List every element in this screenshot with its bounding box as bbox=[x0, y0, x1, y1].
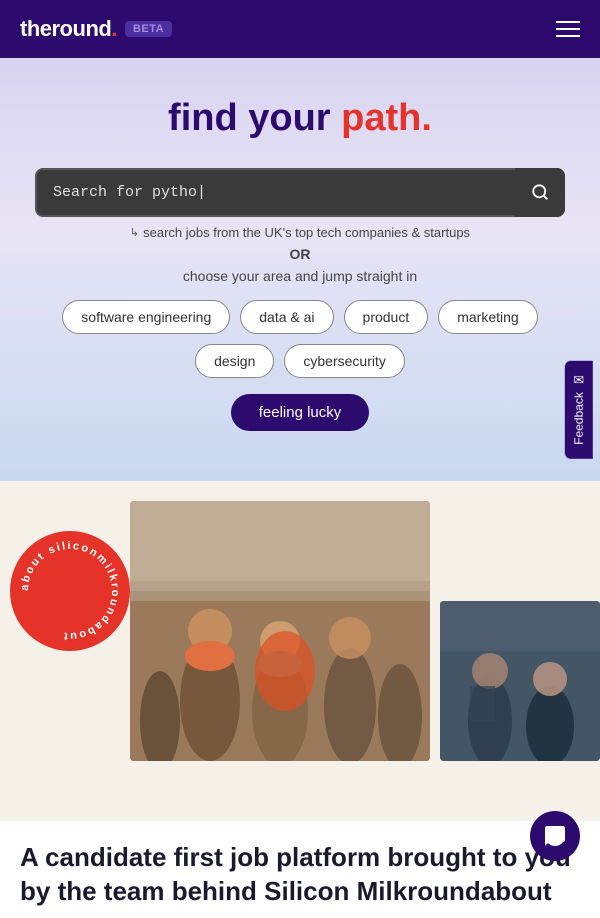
search-input[interactable] bbox=[35, 168, 565, 217]
feedback-wrapper: Feedback ✉ bbox=[565, 362, 593, 460]
logo-text: theround. bbox=[20, 16, 117, 42]
circle-badge[interactable]: about siliconmilkroundabout bbox=[10, 531, 130, 651]
hero-title-part1: find your bbox=[168, 97, 341, 139]
search-hint-text: search jobs from the UK's top tech compa… bbox=[143, 225, 470, 240]
feedback-button[interactable]: Feedback ✉ bbox=[565, 362, 593, 460]
pill-data-ai[interactable]: data & ai bbox=[240, 300, 333, 334]
chat-button[interactable] bbox=[530, 811, 580, 861]
hero-title: find your path. bbox=[20, 98, 580, 140]
arrow-icon: ↳ bbox=[130, 226, 139, 239]
beta-badge: BETA bbox=[125, 21, 172, 37]
header: theround. BETA bbox=[0, 0, 600, 58]
secondary-photo-bg bbox=[440, 601, 600, 761]
pill-cybersecurity[interactable]: cybersecurity bbox=[284, 344, 404, 378]
logo-dot: . bbox=[111, 16, 117, 41]
bottom-cta: A candidate first job platform brought t… bbox=[0, 821, 600, 918]
search-container bbox=[35, 168, 565, 217]
pill-design[interactable]: design bbox=[195, 344, 274, 378]
main-photo bbox=[130, 501, 430, 761]
choose-text: choose your area and jump straight in bbox=[20, 268, 580, 284]
hero-title-highlight: path bbox=[341, 97, 421, 139]
category-pills: software engineering data & ai product m… bbox=[20, 300, 580, 378]
feeling-lucky-button[interactable]: feeling lucky bbox=[231, 394, 370, 431]
pill-product[interactable]: product bbox=[344, 300, 429, 334]
search-hint: ↳ search jobs from the UK's top tech com… bbox=[20, 225, 580, 240]
main-photo-bg bbox=[130, 501, 430, 761]
image-collage bbox=[130, 501, 600, 811]
pill-software-engineering[interactable]: software engineering bbox=[62, 300, 230, 334]
secondary-photo-svg bbox=[440, 601, 600, 761]
bottom-cta-title: A candidate first job platform brought t… bbox=[20, 841, 580, 909]
logo-area: theround. BETA bbox=[20, 16, 172, 42]
about-section: about siliconmilkroundabout bbox=[0, 481, 600, 821]
hero-title-dot: . bbox=[421, 97, 432, 139]
hamburger-menu[interactable] bbox=[556, 21, 580, 37]
hero-section: find your path. ↳ search jobs from the U… bbox=[0, 58, 600, 481]
chat-icon bbox=[543, 824, 567, 848]
or-divider: OR bbox=[20, 246, 580, 262]
feedback-icon: ✉ bbox=[574, 373, 585, 389]
logo-wordmark: theround bbox=[20, 16, 111, 41]
search-button[interactable] bbox=[515, 168, 565, 217]
main-photo-svg bbox=[130, 501, 430, 761]
secondary-photo bbox=[440, 601, 600, 761]
feedback-label: Feedback bbox=[572, 393, 586, 446]
search-icon bbox=[531, 183, 549, 201]
pill-marketing[interactable]: marketing bbox=[438, 300, 537, 334]
circle-badge-svg: about siliconmilkroundabout bbox=[15, 536, 125, 646]
